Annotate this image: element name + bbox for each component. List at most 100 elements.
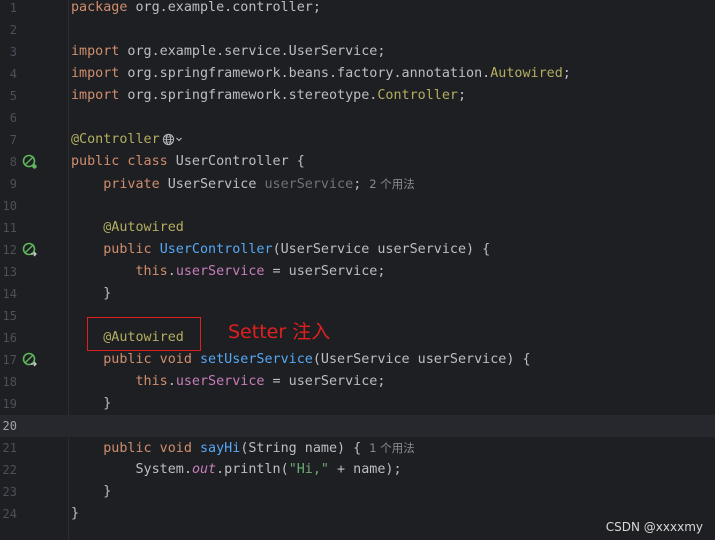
token-kw: public void: [103, 441, 192, 456]
line-number: 18: [2, 375, 17, 389]
code-line[interactable]: 12 public UserController(UserService use…: [0, 239, 715, 261]
line-number: 11: [2, 221, 17, 235]
token-str: "Hi,": [288, 462, 329, 477]
code-line[interactable]: 7 @Controller: [0, 129, 715, 151]
token: ;: [457, 88, 467, 103]
code-line[interactable]: 13 this.userService = userService;: [0, 261, 715, 283]
token-ann: @Controller: [71, 132, 160, 147]
token-kw: public class: [71, 154, 168, 169]
code-line[interactable]: 21 public void sayHi(String name) {1 个用法: [0, 437, 715, 459]
line-number: 17: [2, 353, 17, 367]
token-kw: package: [71, 0, 128, 15]
code-line[interactable]: 8 public class UserController {: [0, 151, 715, 173]
token-ital: out: [191, 462, 217, 477]
code-line[interactable]: 19 }: [0, 393, 715, 415]
code-editor[interactable]: 1 package org.example.controller; 2 3 import…: [0, 0, 715, 540]
code-line[interactable]: 9 private UserService userService; 2 个用法: [0, 173, 715, 195]
code-text: }: [71, 481, 111, 503]
code-line[interactable]: 17 public void setUserService(UserServic…: [0, 349, 715, 371]
line-number: 6: [9, 111, 17, 125]
line-number: 21: [2, 441, 17, 455]
token: .println(: [216, 462, 289, 477]
code-line[interactable]: 22 System.out.println("Hi," + name);: [0, 459, 715, 481]
token-kw: public void: [103, 352, 192, 367]
code-text: this.userService = userService;: [71, 261, 386, 283]
usage-hint[interactable]: 1 个用法: [369, 441, 414, 455]
line-number: 14: [2, 287, 17, 301]
token: (UserService userService) {: [272, 242, 491, 257]
spring-autowire-icon[interactable]: [22, 242, 38, 258]
code-line[interactable]: 5 import org.springframework.stereotype.C…: [0, 85, 715, 107]
token: org.example.controller;: [127, 0, 321, 15]
token-kw: public: [103, 242, 152, 257]
token-kw: this: [135, 374, 168, 389]
spring-autowire-icon[interactable]: [22, 352, 38, 368]
code-line[interactable]: 2: [0, 19, 715, 41]
code-text: private UserService userService; 2 个用法: [71, 173, 414, 196]
token: }: [71, 506, 80, 521]
line-number: 24: [2, 507, 17, 521]
code-line[interactable]: 6: [0, 107, 715, 129]
code-text: @Autowired: [71, 217, 184, 239]
token-kw: import: [71, 44, 120, 59]
line-number: 3: [9, 45, 17, 59]
annotation-highlight-box: [87, 317, 201, 351]
code-line[interactable]: 14 }: [0, 283, 715, 305]
line-number: 19: [2, 397, 17, 411]
code-text: }: [71, 393, 111, 415]
line-number: 8: [9, 155, 17, 169]
code-line[interactable]: 18 this.userService = userService;: [0, 371, 715, 393]
token-ann: Controller: [377, 88, 458, 103]
token: + name);: [329, 462, 402, 477]
token-fn: setUserService: [200, 352, 313, 367]
line-number: 9: [9, 177, 17, 191]
token-fld-gray: userService: [264, 177, 354, 192]
line-number: 5: [9, 89, 17, 103]
line-number: 20: [2, 419, 17, 433]
token: = userService;: [264, 374, 386, 389]
code-text: this.userService = userService;: [71, 371, 386, 393]
token-fld: userService: [175, 374, 265, 389]
code-line[interactable]: 11 @Autowired: [0, 217, 715, 239]
token-ann: @Autowired: [103, 220, 184, 235]
code-line[interactable]: 1 package org.example.controller;: [0, 0, 715, 19]
code-line[interactable]: 20: [0, 415, 715, 437]
watermark: CSDN @xxxxmy: [605, 520, 703, 534]
code-line[interactable]: 3 import org.example.service.UserService;: [0, 41, 715, 63]
token: = userService;: [264, 264, 386, 279]
code-text: package org.example.controller;: [71, 0, 321, 19]
annotation-label: Setter 注入: [228, 321, 331, 343]
token-kw: import: [71, 88, 120, 103]
code-line[interactable]: 4 import org.springframework.beans.factor…: [0, 63, 715, 85]
code-line[interactable]: 23 }: [0, 481, 715, 503]
usage-hint[interactable]: 2 个用法: [369, 177, 414, 191]
token-fn: sayHi: [200, 441, 241, 456]
code-text: @Controller: [71, 129, 183, 151]
line-number: 22: [2, 463, 17, 477]
token-fld: userService: [175, 264, 265, 279]
spring-bean-icon[interactable]: [22, 154, 38, 170]
code-text: System.out.println("Hi," + name);: [71, 459, 402, 481]
token: System.: [71, 462, 192, 477]
web-globe-icon[interactable]: [160, 132, 183, 147]
code-text: public void setUserService(UserService u…: [71, 349, 530, 371]
code-line[interactable]: 10: [0, 195, 715, 217]
line-number: 1: [9, 1, 17, 15]
code-text: public UserController(UserService userSe…: [71, 239, 490, 261]
token-kw: import: [71, 66, 120, 81]
token: }: [71, 484, 112, 499]
code-text: import org.example.service.UserService;: [71, 41, 385, 63]
token: org.springframework.stereotype.: [119, 88, 378, 103]
code-text: import org.springframework.stereotype.Co…: [71, 85, 466, 107]
token-fn: UserController: [159, 242, 273, 257]
token: org.example.service.UserService;: [119, 44, 386, 59]
code-text: }: [71, 283, 111, 305]
